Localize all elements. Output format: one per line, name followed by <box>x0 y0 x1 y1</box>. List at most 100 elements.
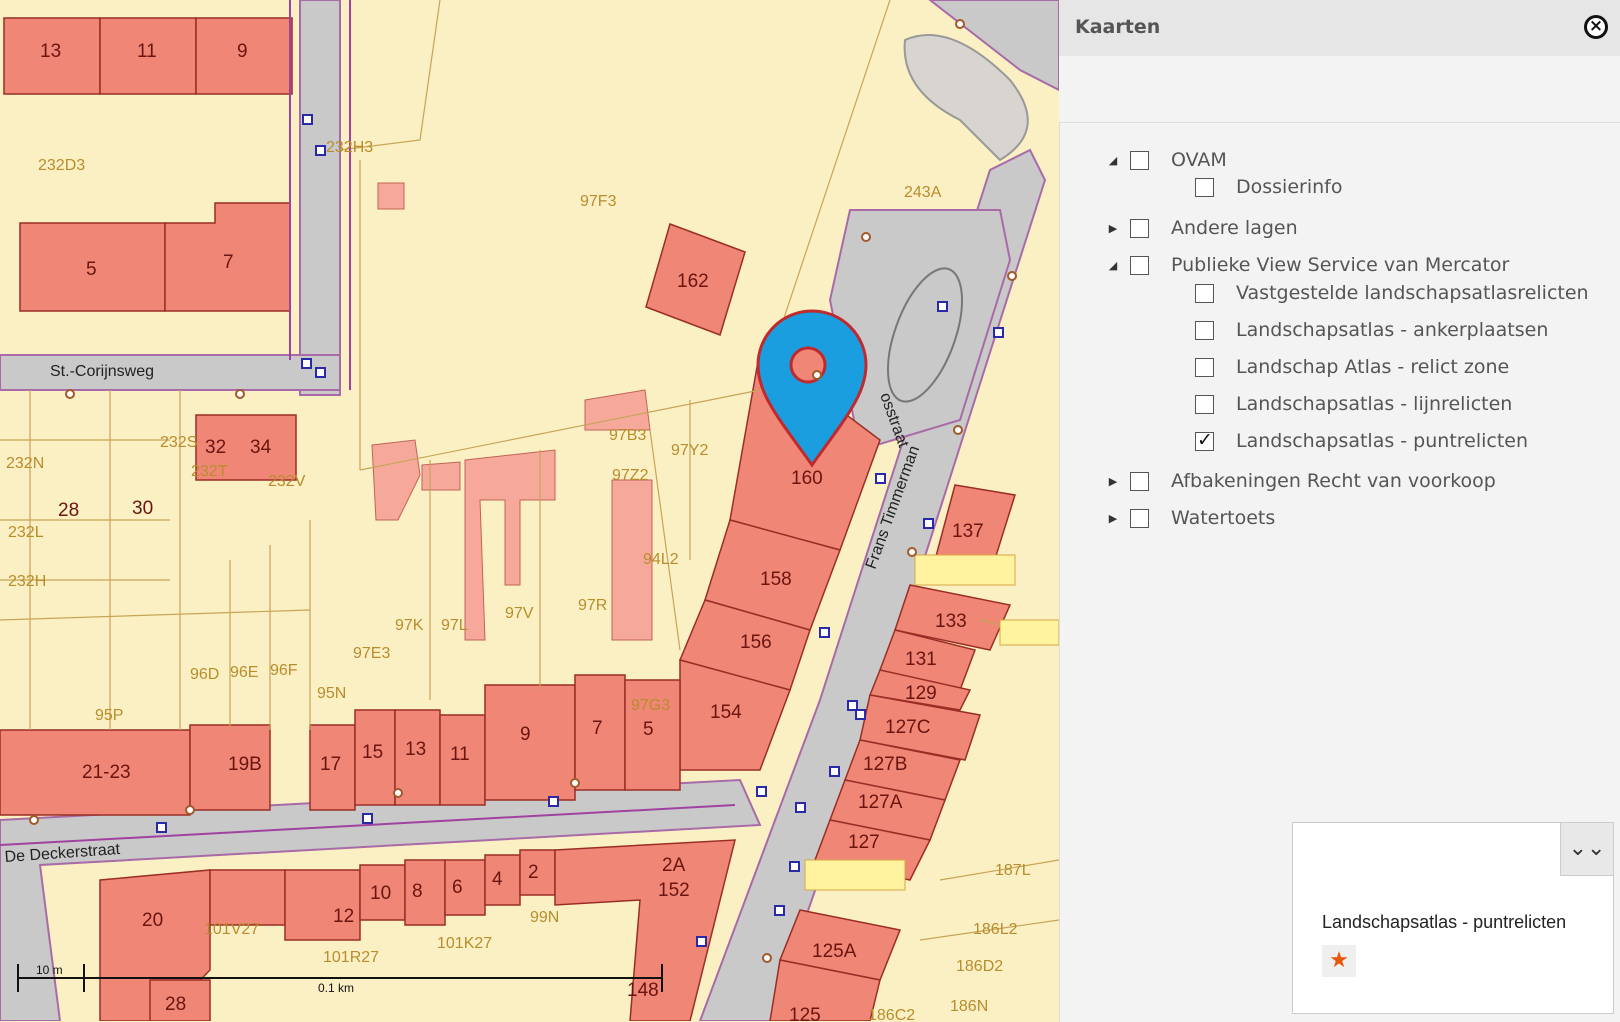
expand-right-icon[interactable]: ▶ <box>1106 222 1120 235</box>
close-circle-icon[interactable]: × <box>1584 15 1608 39</box>
bld-label: 12 <box>333 906 354 927</box>
bld-label: 9 <box>520 724 531 745</box>
layer-item-relict-zone[interactable]: Landschap Atlas - relict zone <box>1195 354 1509 380</box>
parcel-label: 101R27 <box>323 949 379 966</box>
bld-label: 133 <box>935 611 967 632</box>
bld-label: 152 <box>658 880 690 901</box>
parcel-label: 97L <box>441 617 468 634</box>
layer-label: Publieke View Service van Mercator <box>1171 254 1510 276</box>
parcel-label: 186D2 <box>956 958 1003 975</box>
layer-label: Vastgestelde landschapsatlasrelicten <box>1236 282 1589 304</box>
star-icon: ★ <box>1322 945 1356 977</box>
layer-checkbox[interactable] <box>1130 255 1149 275</box>
expand-down-icon[interactable]: ◢ <box>1106 259 1120 272</box>
bld-label: 127B <box>863 754 907 775</box>
layer-checkbox[interactable] <box>1130 471 1149 491</box>
bld-label: 11 <box>137 41 157 62</box>
layer-label: Landschapsatlas - puntrelicten <box>1236 430 1529 452</box>
bld-label: 7 <box>223 252 234 273</box>
bld-label: 34 <box>250 437 272 458</box>
layer-item-afbakeningen[interactable]: ▶ Afbakeningen Recht van voorkoop <box>1106 468 1496 494</box>
bld-label: 13 <box>40 41 61 62</box>
layer-label: Landschap Atlas - relict zone <box>1236 356 1510 378</box>
street-label-corijnsweg: St.-Corijnsweg <box>50 363 154 380</box>
parcel-label: 232D3 <box>38 157 85 174</box>
parcel-label: 101V27 <box>204 921 259 938</box>
bld-label: 5 <box>643 719 654 740</box>
bld-label: 127C <box>885 717 930 738</box>
bld-label: 148 <box>627 980 659 1001</box>
parcel-label: 97G3 <box>631 697 670 714</box>
bld-label: 2 <box>528 862 539 883</box>
bld-label: 125A <box>812 941 857 962</box>
bld-label: 8 <box>412 881 423 902</box>
parcel-label: 186N <box>950 998 988 1015</box>
layer-item-ovam[interactable]: ◢ OVAM <box>1106 147 1227 173</box>
layer-label: Landschapsatlas - ankerplaatsen <box>1236 319 1549 341</box>
bld-label: 154 <box>710 702 742 723</box>
layer-label: Afbakeningen Recht van voorkoop <box>1171 470 1496 492</box>
expand-right-icon[interactable]: ▶ <box>1106 512 1120 525</box>
layer-checkbox[interactable] <box>1195 283 1214 303</box>
layer-checkbox[interactable] <box>1195 394 1214 414</box>
layer-item-ankerplaatsen[interactable]: Landschapsatlas - ankerplaatsen <box>1195 317 1548 343</box>
bld-label: 129 <box>905 683 937 704</box>
bld-label: 4 <box>492 869 503 890</box>
bld-label: 10 <box>370 883 391 904</box>
layer-label: Andere lagen <box>1171 217 1298 239</box>
layer-item-mercator[interactable]: ◢ Publieke View Service van Mercator <box>1106 252 1510 278</box>
parcel-label: 96F <box>270 662 298 679</box>
layer-checkbox[interactable] <box>1130 508 1149 528</box>
parcel-label: 97F3 <box>580 193 617 210</box>
parcel-label: 232N <box>6 455 44 472</box>
parcel-label: 101K27 <box>437 935 492 952</box>
bld-label: 160 <box>791 468 823 489</box>
parcel-label: 232L <box>8 524 44 541</box>
double-chevron-down-icon[interactable]: ⌄⌄ <box>1560 823 1613 876</box>
layer-checkbox-checked[interactable] <box>1195 429 1214 451</box>
layer-checkbox[interactable] <box>1130 150 1149 170</box>
bld-label: 15 <box>362 742 383 763</box>
parcel-label: 97E3 <box>353 645 390 662</box>
bld-label: 28 <box>165 994 186 1015</box>
bld-label: 137 <box>952 521 984 542</box>
layer-item-puntrelicten[interactable]: Landschapsatlas - puntrelicten <box>1195 428 1528 454</box>
bld-label: 2A <box>662 855 686 876</box>
bld-label: 11 <box>450 744 470 765</box>
layer-label: Dossierinfo <box>1236 176 1343 198</box>
bld-label: 30 <box>132 498 153 519</box>
expand-down-icon[interactable]: ◢ <box>1106 154 1120 167</box>
bld-label: 17 <box>320 754 341 775</box>
parcel-label: 187L <box>995 862 1031 879</box>
bld-label: 127 <box>848 832 880 853</box>
layer-item-watertoets[interactable]: ▶ Watertoets <box>1106 505 1276 531</box>
panel-title: Kaarten <box>1075 16 1161 38</box>
map-canvas[interactable]: 13 11 9 5 7 162 32 34 28 30 160 158 156 … <box>0 0 1059 1021</box>
layer-item-lijnrelicten[interactable]: Landschapsatlas - lijnrelicten <box>1195 391 1512 417</box>
layer-checkbox[interactable] <box>1195 177 1214 197</box>
bld-label: 7 <box>592 718 603 739</box>
layer-checkbox[interactable] <box>1195 320 1214 340</box>
layer-item-vastgestelde[interactable]: Vastgestelde landschapsatlasrelicten <box>1195 280 1589 306</box>
bld-label: 125 <box>789 1005 821 1021</box>
parcel-label: 97K <box>395 617 424 634</box>
layer-checkbox[interactable] <box>1130 218 1149 238</box>
expand-right-icon[interactable]: ▶ <box>1106 475 1120 488</box>
bld-label: 5 <box>86 259 97 280</box>
parcel-label: 95N <box>317 685 346 702</box>
parcel-label: 97R <box>578 597 607 614</box>
parcel-label: 232T <box>191 463 228 480</box>
bld-label: 19B <box>228 754 262 775</box>
parcel-label: 97B3 <box>609 427 646 444</box>
parcel-label: 232V <box>268 473 306 490</box>
layer-checkbox[interactable] <box>1195 357 1214 377</box>
legend-box: ⌄⌄ Landschapsatlas - puntrelicten ★ <box>1292 822 1614 1014</box>
scale-label-01km: 0.1 km <box>318 981 354 995</box>
bld-label: 13 <box>405 739 426 760</box>
legend-title: Landschapsatlas - puntrelicten <box>1322 912 1567 932</box>
layer-item-andere-lagen[interactable]: ▶ Andere lagen <box>1106 215 1298 241</box>
bld-label: 158 <box>760 569 792 590</box>
parcel-label: 94L2 <box>643 551 679 568</box>
bld-label: 131 <box>905 649 937 670</box>
layer-item-dossierinfo[interactable]: Dossierinfo <box>1195 174 1342 200</box>
